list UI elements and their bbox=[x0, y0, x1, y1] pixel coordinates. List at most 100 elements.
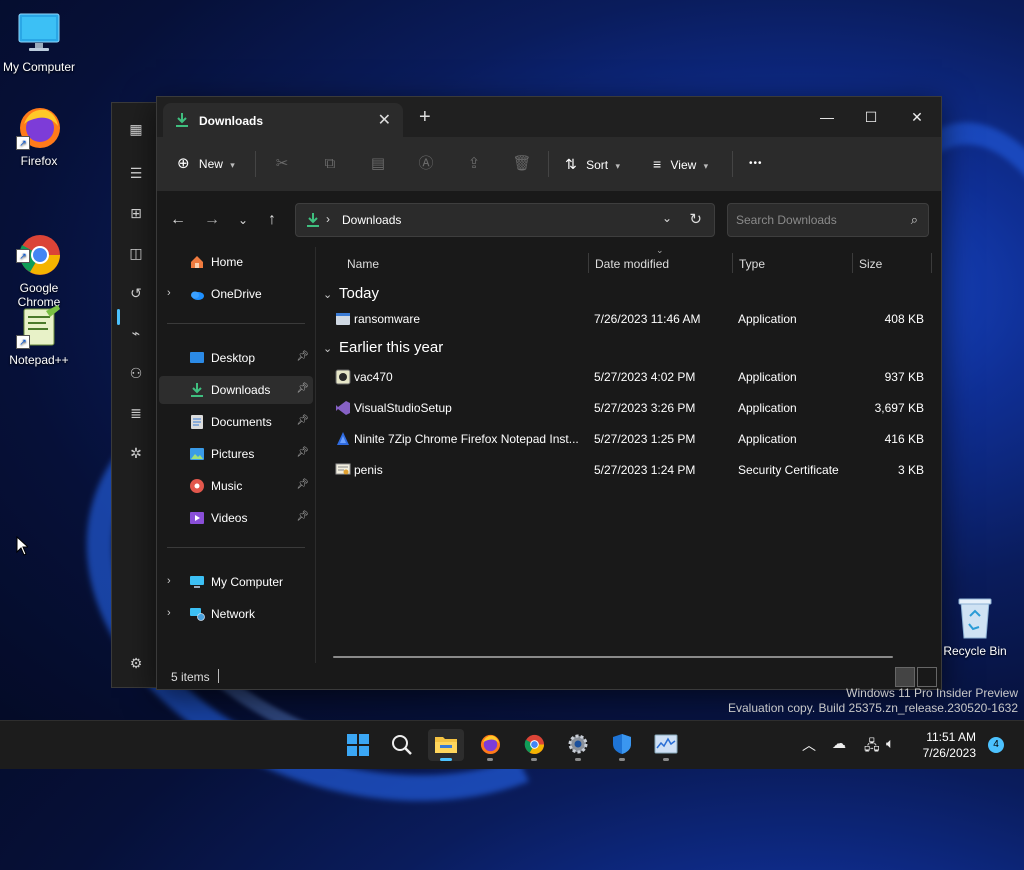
pin-icon[interactable]: 📌︎ bbox=[296, 447, 309, 458]
file-size: 937 KB bbox=[884, 370, 924, 384]
maximize-icon[interactable]: ☐ bbox=[849, 103, 893, 131]
taskbar-security[interactable] bbox=[604, 729, 640, 761]
pin-icon[interactable]: 📌︎ bbox=[296, 383, 309, 394]
view-list-icon: ≡ bbox=[653, 156, 662, 172]
nav-divider bbox=[167, 323, 305, 324]
pin-icon[interactable]: 📌︎ bbox=[296, 351, 309, 362]
nav-divider bbox=[167, 547, 305, 548]
copy-icon[interactable]: ⧉ bbox=[320, 154, 340, 174]
visual-studio-icon bbox=[335, 400, 351, 416]
performance-icon[interactable]: ◫ bbox=[126, 243, 146, 263]
running-indicator bbox=[663, 758, 669, 761]
cut-icon[interactable]: ✂ bbox=[272, 154, 292, 174]
nav-item-home[interactable]: Home bbox=[159, 248, 313, 276]
command-bar: ⊕ New ▾ ✂ ⧉ ▤ Ⓐ ⇪ 🗑 ⇅ Sort ▾ ≡ View ▾ ••… bbox=[157, 137, 941, 191]
taskbar-settings[interactable] bbox=[560, 729, 596, 761]
table-row[interactable]: ransomware 7/26/2023 11:46 AM Applicatio… bbox=[317, 305, 939, 333]
toolbar-divider bbox=[732, 151, 733, 177]
new-button[interactable]: ⊕ New ▾ bbox=[177, 151, 235, 177]
breadcrumb-downloads[interactable]: Downloads bbox=[342, 213, 401, 227]
nav-item-music[interactable]: Music 📌︎ bbox=[159, 472, 313, 500]
pin-icon[interactable]: 📌︎ bbox=[296, 479, 309, 490]
settings-gear-icon[interactable]: ⚙ bbox=[126, 653, 146, 673]
volume-icon[interactable]: 🔈︎ bbox=[886, 735, 894, 752]
delete-icon[interactable]: 🗑 bbox=[512, 154, 532, 174]
taskbar-clock[interactable]: 11:51 AM 7/26/2023 bbox=[904, 729, 976, 761]
rename-icon[interactable]: Ⓐ bbox=[416, 154, 436, 174]
search-box[interactable]: Search Downloads ⌕ bbox=[727, 203, 929, 237]
table-row[interactable]: vac470 5/27/2023 4:02 PM Application 937… bbox=[317, 363, 939, 391]
nav-item-my-computer[interactable]: › My Computer bbox=[159, 568, 313, 596]
close-window-icon[interactable]: ✕ bbox=[895, 103, 939, 131]
pin-icon[interactable]: 📌︎ bbox=[296, 415, 309, 426]
more-options-button[interactable]: ••• bbox=[749, 151, 763, 177]
large-icons-view-icon[interactable] bbox=[917, 667, 937, 687]
file-type: Application bbox=[738, 401, 797, 415]
shortcut-arrow-icon: ↗ bbox=[16, 136, 30, 150]
back-arrow-icon[interactable]: ← bbox=[167, 209, 189, 231]
nav-item-documents[interactable]: Documents 📌︎ bbox=[159, 408, 313, 436]
desktop-icon-recycle-bin[interactable]: Recycle Bin bbox=[940, 596, 1010, 658]
taskbar-file-explorer[interactable] bbox=[428, 729, 464, 761]
watermark-line: Windows 11 Pro Insider Preview bbox=[846, 686, 1018, 700]
onedrive-offline-icon[interactable]: ☁ bbox=[832, 735, 846, 752]
close-tab-icon[interactable]: ✕ bbox=[378, 110, 391, 130]
table-row[interactable]: penis 5/27/2023 1:24 PM Security Certifi… bbox=[317, 456, 939, 484]
users-icon[interactable]: ⚇ bbox=[126, 363, 146, 383]
desktop-icon-firefox[interactable]: ↗ Firefox bbox=[1, 104, 77, 168]
pane-splitter[interactable] bbox=[315, 247, 316, 663]
videos-icon bbox=[189, 510, 205, 526]
nav-item-downloads[interactable]: Downloads 📌︎ bbox=[159, 376, 313, 404]
minimize-icon[interactable]: — bbox=[805, 103, 849, 131]
search-button[interactable] bbox=[384, 729, 420, 761]
table-row[interactable]: Ninite 7Zip Chrome Firefox Notepad Inst.… bbox=[317, 425, 939, 453]
share-icon[interactable]: ⇪ bbox=[464, 154, 484, 174]
sort-button[interactable]: ⇅ Sort ▾ bbox=[565, 151, 620, 177]
desktop-icon-notepadpp[interactable]: ↗ Notepad++ bbox=[1, 303, 77, 367]
watermark-line: Evaluation copy. Build 25375.zn_release.… bbox=[728, 701, 1018, 715]
nav-item-onedrive[interactable]: › OneDrive bbox=[159, 280, 313, 308]
view-button[interactable]: ≡ View ▾ bbox=[653, 151, 708, 177]
group-header-earlier-this-year[interactable]: ⌄ Earlier this year bbox=[323, 339, 443, 356]
monitor-icon bbox=[16, 10, 62, 56]
nav-item-desktop[interactable]: Desktop 📌︎ bbox=[159, 344, 313, 372]
taskbar-chrome[interactable] bbox=[516, 729, 552, 761]
taskbar-firefox[interactable] bbox=[472, 729, 508, 761]
processes-icon[interactable]: ⊞ bbox=[126, 203, 146, 223]
expand-chevron-icon[interactable]: › bbox=[167, 607, 171, 619]
pin-icon[interactable]: 📌︎ bbox=[296, 511, 309, 522]
expand-chevron-icon[interactable]: › bbox=[167, 575, 171, 587]
tab-downloads[interactable]: Downloads ✕ bbox=[163, 103, 403, 137]
home-icon bbox=[189, 254, 205, 270]
recent-locations-chevron-icon[interactable]: ⌄ bbox=[232, 209, 254, 231]
breadcrumb-chevron-icon[interactable]: › bbox=[326, 212, 330, 226]
desktop-icon-my-computer[interactable]: My Computer bbox=[1, 10, 77, 74]
address-dropdown-icon[interactable]: ⌄ bbox=[662, 211, 672, 225]
collapse-chevron-icon[interactable]: ⌄ bbox=[323, 342, 339, 355]
startup-apps-icon[interactable]: ⌁ bbox=[126, 323, 146, 343]
address-bar[interactable]: › Downloads ⌄ ↻ bbox=[295, 203, 715, 237]
show-hidden-icons-chevron[interactable]: ︿ bbox=[802, 735, 816, 755]
title-bar[interactable]: Downloads ✕ + — ☐ ✕ bbox=[157, 97, 941, 137]
notification-badge[interactable]: 4 bbox=[988, 737, 1004, 753]
nav-item-network[interactable]: › Network bbox=[159, 600, 313, 628]
network-icon[interactable]: 🖧︎ bbox=[864, 735, 880, 759]
forward-arrow-icon[interactable]: → bbox=[201, 209, 223, 231]
horizontal-scrollbar[interactable] bbox=[333, 656, 893, 658]
app-history-icon[interactable]: ↺ bbox=[126, 283, 146, 303]
refresh-icon[interactable]: ↻ bbox=[689, 210, 702, 228]
paste-icon[interactable]: ▤ bbox=[368, 154, 388, 174]
services-icon[interactable]: ✲ bbox=[126, 443, 146, 463]
new-tab-button[interactable]: + bbox=[419, 107, 431, 127]
nav-item-videos[interactable]: Videos 📌︎ bbox=[159, 504, 313, 532]
expand-chevron-icon[interactable]: › bbox=[167, 287, 171, 299]
up-arrow-icon[interactable]: ↑ bbox=[261, 209, 283, 231]
details-view-icon[interactable] bbox=[895, 667, 915, 687]
nav-item-pictures[interactable]: Pictures 📌︎ bbox=[159, 440, 313, 468]
start-button[interactable] bbox=[340, 729, 376, 761]
details-icon[interactable]: ≣ bbox=[126, 403, 146, 423]
table-row[interactable]: VisualStudioSetup 5/27/2023 3:26 PM Appl… bbox=[317, 394, 939, 422]
chrome-icon bbox=[524, 734, 545, 755]
hamburger-menu-icon[interactable]: ☰ bbox=[126, 163, 146, 183]
taskbar-task-manager[interactable] bbox=[648, 729, 684, 761]
